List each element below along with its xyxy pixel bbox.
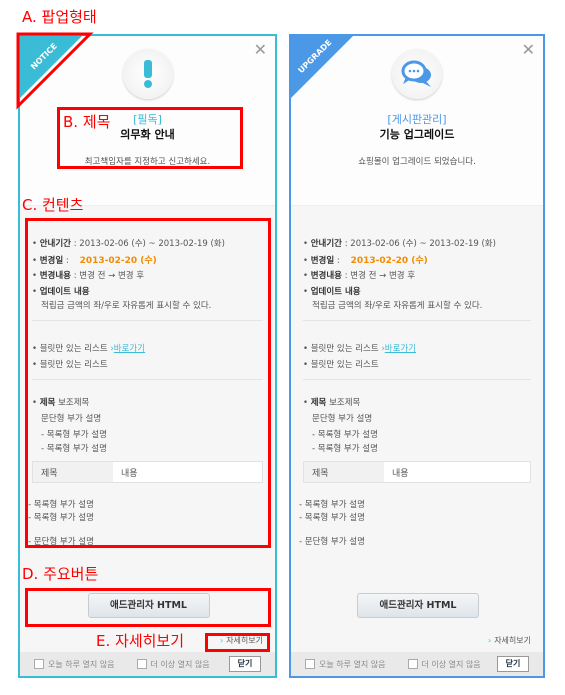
annotation-c-box	[25, 218, 271, 548]
checkbox-icon	[305, 659, 315, 669]
annotation-b: B. 제목	[63, 113, 111, 131]
divider	[303, 320, 531, 321]
change-row: • 변경내용 : 변경 전 → 변경 후	[303, 271, 416, 281]
annotation-a-triangle	[16, 32, 94, 110]
close-button[interactable]: 닫기	[229, 656, 261, 672]
popup-title: 기능 업그레이드	[379, 128, 455, 141]
paragraph-desc: 문단형 부가 설명	[312, 414, 373, 424]
annotation-e-box	[205, 633, 270, 652]
bullet-list-item: • 블릿만 있는 리스트	[303, 360, 379, 370]
change-date-row: • 변경일 : 2013-02-20 (수)	[303, 256, 428, 266]
update-value: 적립금 금액의 좌/우로 자유롭게 표시할 수 있다.	[312, 301, 483, 311]
annotation-c: C. 컨텐츠	[22, 196, 84, 214]
checkbox-icon	[34, 659, 44, 669]
bullet-text: 블릿만 있는 리스트	[310, 344, 379, 354]
list-desc: - 목록형 부가 설명	[312, 444, 378, 454]
list-desc: - 목록형 부가 설명	[312, 430, 378, 440]
dont-show-today-checkbox[interactable]: 오늘 하루 열지 않음	[305, 659, 386, 670]
chat-bubbles-icon	[392, 49, 442, 99]
annotation-a: A. 팝업형태	[22, 8, 97, 26]
list-desc: - 목록형 부가 설명	[299, 513, 365, 523]
shortcut-link[interactable]: 바로가기	[385, 344, 416, 354]
info-table: 제목 내용	[303, 461, 531, 483]
popup-description: 쇼핑몰이 업그레이드 되었습니다.	[358, 157, 476, 167]
annotation-d: D. 주요버튼	[22, 565, 99, 583]
annotation-e: E. 자세히보기	[96, 632, 185, 650]
period-label: 안내기간	[310, 239, 342, 249]
popup-upgrade: UPGRADE ✕ [게시판관리] 기능 업그레이드 쇼핑몰이 업그레이드 되었…	[289, 34, 545, 678]
period-row: • 안내기간 : 2013-02-06 (수) ~ 2013-02-19 (화)	[303, 239, 496, 249]
close-icon[interactable]: ✕	[254, 40, 267, 59]
bullet-list-item: • 블릿만 있는 리스트 ›바로가기	[303, 344, 417, 354]
paragraph-desc: - 문단형 부가 설명	[299, 537, 365, 547]
table-cell: 내용	[392, 469, 409, 479]
period-value: 2013-02-06 (수) ~ 2013-02-19 (화)	[350, 239, 496, 249]
dont-show-again-label: 더 이상 열지 않음	[421, 659, 481, 669]
change-label: 변경내용	[310, 271, 342, 281]
primary-button[interactable]: 애드관리자 HTML	[357, 593, 479, 618]
close-icon[interactable]: ✕	[522, 40, 535, 59]
exclamation-icon	[122, 49, 173, 99]
dont-show-again-label: 더 이상 열지 않음	[150, 659, 210, 669]
dont-show-today-label: 오늘 하루 열지 않음	[48, 659, 115, 669]
close-button[interactable]: 닫기	[497, 656, 529, 672]
subtitle: 보조제목	[329, 398, 361, 408]
annotation-d-box	[25, 588, 271, 627]
subject: 제목	[310, 398, 327, 408]
popup-category: [게시판관리]	[387, 113, 447, 126]
detail-link[interactable]: 자세히보기	[488, 635, 531, 646]
bullet-text: 블릿만 있는 리스트	[310, 360, 379, 370]
popup-footer: 오늘 하루 열지 않음 더 이상 열지 않음 닫기	[20, 652, 275, 676]
popup-footer: 오늘 하루 열지 않음 더 이상 열지 않음 닫기	[291, 652, 543, 676]
change-date-value: 2013-02-20 (수)	[350, 256, 428, 266]
dont-show-today-checkbox[interactable]: 오늘 하루 열지 않음	[34, 659, 115, 670]
divider	[303, 379, 531, 380]
checkbox-icon	[407, 659, 418, 669]
change-value: 변경 전 → 변경 후	[350, 271, 416, 281]
change-date-label: 변경일	[310, 256, 335, 266]
update-label: 업데이트 내용	[310, 287, 361, 297]
checkbox-icon	[136, 659, 147, 669]
dont-show-today-label: 오늘 하루 열지 않음	[319, 659, 386, 669]
dont-show-again-checkbox[interactable]: 더 이상 열지 않음	[136, 659, 210, 670]
popup-content: • 안내기간 : 2013-02-06 (수) ~ 2013-02-19 (화)…	[291, 205, 543, 652]
table-header: 제목	[304, 462, 384, 482]
update-row: • 업데이트 내용	[303, 287, 361, 297]
list-desc: - 목록형 부가 설명	[299, 500, 365, 510]
dont-show-again-checkbox[interactable]: 더 이상 열지 않음	[407, 659, 481, 670]
subject-row: • 제목 보조제목	[303, 398, 361, 408]
